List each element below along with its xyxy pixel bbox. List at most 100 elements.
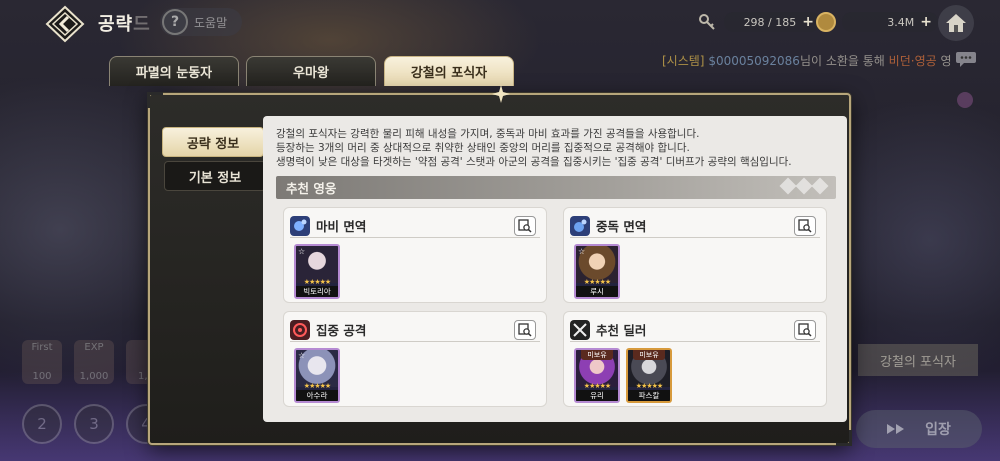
element-icon: ☆ — [578, 247, 586, 256]
description-line: 생명력이 낮은 대상을 타겟하는 '약점 공격' 스탯과 아군의 공격을 집중시… — [276, 156, 792, 168]
chip-value: 1,000 — [79, 371, 109, 382]
hero-name: 파스칼 — [628, 390, 670, 401]
chat-icon[interactable] — [955, 50, 977, 68]
reward-chip-exp: EXP 1,000 — [74, 340, 114, 384]
search-icon — [518, 219, 532, 233]
key-counter: 298 / 185 + — [724, 12, 820, 32]
hero-list: 미보유 ★★★★★ 유리 미보유 ★★★★★ 파스칼 — [574, 348, 672, 403]
hero-stars: ★★★★★ — [635, 382, 663, 390]
search-button[interactable] — [514, 320, 536, 340]
gold-resource: 3.4M + — [816, 11, 938, 33]
double-arrow-icon — [887, 424, 905, 434]
stage-label: 2 — [37, 415, 47, 433]
hero-portrait[interactable]: 미보유 ★★★★★ 파스칼 — [626, 348, 672, 403]
home-icon — [946, 14, 966, 32]
key-icon — [699, 14, 715, 30]
notice-text-end: 영 — [936, 54, 952, 68]
paralysis-immunity-icon — [290, 215, 310, 236]
notice-tag: [시스템] — [662, 54, 705, 68]
search-button[interactable] — [794, 320, 816, 340]
side-tab-label: 기본 정보 — [188, 170, 242, 186]
card-title: 추천 딜러 — [596, 323, 647, 338]
hero-name: 유리 — [576, 390, 618, 401]
hero-list: ☆ ★★★★★ 빅토리아 — [294, 244, 340, 299]
home-button[interactable] — [938, 5, 974, 41]
hero-portrait[interactable]: ☆ ★★★★★ 루시 — [574, 244, 620, 299]
gold-coin-icon — [816, 12, 836, 32]
hero-list: ☆ ★★★★★ 아수라 — [294, 348, 340, 403]
search-icon — [798, 219, 812, 233]
tab-umawang[interactable]: 우마왕 — [246, 56, 376, 86]
chip-label: First — [31, 342, 53, 353]
stage-button[interactable]: 2 — [22, 404, 62, 444]
help-label: 도움말 — [194, 15, 228, 30]
card-header: 추천 딜러 — [570, 318, 820, 342]
swords-icon — [570, 319, 590, 340]
hero-name: 루시 — [576, 286, 618, 297]
system-notice: [시스템] $00005092086님이 소환을 통해 비던·영공 영 — [662, 52, 962, 69]
side-tab-label: 공략 정보 — [186, 136, 240, 152]
tab-label: 강철의 포식자 — [410, 66, 488, 81]
underlay-left: First 100 EXP 1,000 1,4 2 3 4 — [0, 0, 166, 461]
section-decoration — [779, 177, 829, 195]
boss-name: 강철의 포식자 — [880, 354, 956, 370]
tab-label: 우마왕 — [293, 66, 329, 81]
search-button[interactable] — [514, 216, 536, 236]
search-icon — [798, 323, 812, 337]
card-title: 마비 면역 — [316, 219, 367, 234]
hero-portrait[interactable]: ☆ ★★★★★ 아수라 — [294, 348, 340, 403]
section-title: 추천 영웅 — [286, 181, 337, 196]
help-button[interactable]: ? 도움말 — [160, 8, 242, 36]
panel-corner — [147, 92, 163, 108]
hero-stars: ★★★★★ — [303, 278, 331, 286]
question-icon: ? — [162, 9, 188, 35]
gold-counter: 3.4M + — [842, 12, 938, 32]
not-owned-tag: 미보유 — [633, 350, 665, 360]
chip-label: EXP — [84, 342, 104, 353]
enter-label: 입장 — [925, 422, 951, 438]
hero-stars: ★★★★★ — [303, 382, 331, 390]
description-line: 강철의 포식자는 강력한 물리 피해 내성을 가지며, 중독과 마비 효과를 가… — [276, 128, 700, 140]
gold-amount: 3.4M — [887, 15, 915, 29]
hero-name: 아수라 — [296, 390, 338, 401]
reward-chip-first: First 100 — [22, 340, 62, 384]
card-poison-immunity: 중독 면역 ☆ ★★★★★ 루시 — [563, 207, 827, 303]
add-key-button[interactable]: + — [802, 14, 814, 30]
tab-basic-info[interactable]: 기본 정보 — [164, 161, 266, 191]
boss-name-label: 강철의 포식자 — [858, 344, 978, 376]
element-icon: ☆ — [298, 351, 306, 360]
stage-button[interactable]: 3 — [74, 404, 114, 444]
enter-button[interactable]: 입장 — [856, 410, 982, 448]
card-paralysis-immunity: 마비 면역 ☆ ★★★★★ 빅토리아 — [283, 207, 547, 303]
tab-strategy-info[interactable]: 공략 정보 — [162, 127, 264, 157]
card-header: 마비 면역 — [290, 214, 540, 238]
hero-portrait[interactable]: 미보유 ★★★★★ 유리 — [574, 348, 620, 403]
search-icon — [518, 323, 532, 337]
panel-corner — [836, 430, 852, 446]
notice-item: 비던·영공 — [888, 54, 937, 68]
poison-immunity-icon — [570, 215, 590, 236]
card-title: 집중 공격 — [316, 323, 367, 338]
card-focus-attack: 집중 공격 ☆ ★★★★★ 아수라 — [283, 311, 547, 407]
stage-label: 3 — [89, 415, 99, 433]
add-gold-button[interactable]: + — [920, 14, 932, 30]
card-recommended-dealer: 추천 딜러 미보유 ★★★★★ 유리 미보유 ★★★★★ 파스칼 — [563, 311, 827, 407]
hero-stars: ★★★★★ — [583, 382, 611, 390]
hero-portrait[interactable]: ☆ ★★★★★ 빅토리아 — [294, 244, 340, 299]
hero-name: 빅토리아 — [296, 286, 338, 297]
top-bar: 공략드 ? 도움말 298 / 185 + 3.4M + — [0, 0, 1000, 48]
description-line: 등장하는 3개의 머리 중 상대적으로 취약한 상태인 중앙의 머리를 집중적으… — [276, 142, 690, 154]
key-resource: 298 / 185 + — [698, 11, 820, 33]
not-owned-tag: 미보유 — [581, 350, 613, 360]
card-header: 중독 면역 — [570, 214, 820, 238]
chip-value: 100 — [32, 371, 52, 382]
hero-stars: ★★★★★ — [583, 278, 611, 286]
strategy-description: 강철의 포식자는 강력한 물리 피해 내성을 가지며, 중독과 마비 효과를 가… — [276, 127, 836, 169]
scroll-up-icon[interactable] — [957, 92, 973, 108]
hero-list: ☆ ★★★★★ 루시 — [574, 244, 620, 299]
tab-steel-predator[interactable]: 강철의 포식자 — [384, 56, 514, 86]
focus-attack-icon — [290, 319, 310, 340]
search-button[interactable] — [794, 216, 816, 236]
key-count: 298 / 185 — [743, 15, 797, 29]
element-icon: ☆ — [298, 247, 306, 256]
